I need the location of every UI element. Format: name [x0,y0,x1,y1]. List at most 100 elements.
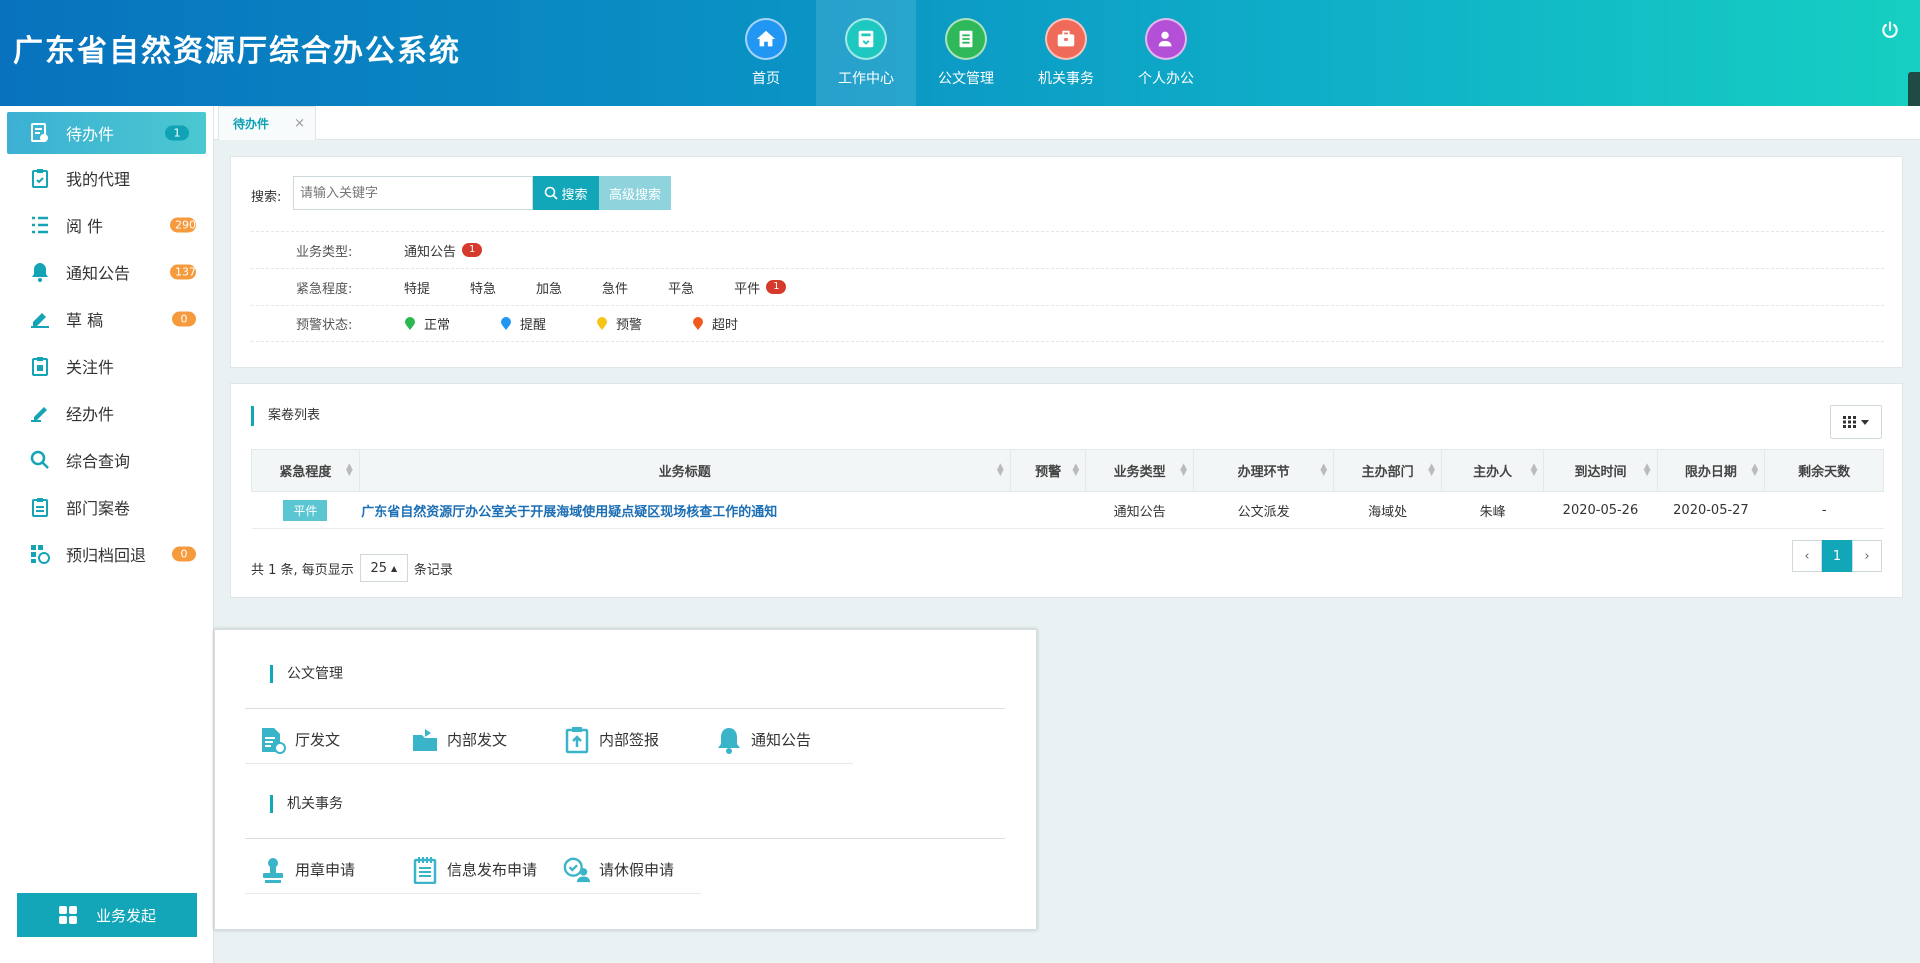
popup-item-internal-report[interactable]: 内部签报 [549,726,701,754]
sidebar-item-drafts[interactable]: 草 稿 0 [0,295,213,342]
popup-row: 厅发文 内部发文 内部签报 通知公告 [245,716,853,764]
popup-item-notice[interactable]: 通知公告 [701,726,853,754]
column-header[interactable]: 剩余天数 [1764,449,1884,492]
cell-owner: 朱峰 [1441,491,1544,529]
sidebar-item-label: 经办件 [66,404,115,424]
filter-row-urgency: 紧急程度: 特提 特急 加急 急件 平急 平件 1 [251,268,1884,305]
column-header[interactable]: 业务类型 ▲ ▼ [1085,449,1195,492]
sort-icon: ▲ ▼ [1751,462,1759,478]
column-header[interactable]: 限办日期 ▲ ▼ [1656,449,1766,492]
pin-icon-green [405,316,415,330]
column-header[interactable]: 到达时间 ▲ ▼ [1543,449,1658,492]
sort-icon: ▲ ▼ [996,462,1004,478]
sort-icon: ▲ ▼ [1530,462,1538,478]
business-launch-popup: 公文管理 厅发文 内部发文 内部签报 通知公告 机关事务 用章申请 信息发布申请 [214,629,1037,930]
cell-title[interactable]: 广东省自然资源厅办公室关于开展海域使用疑点疑区现场核查工作的通知 [359,491,1011,529]
search-icon [545,186,559,200]
popup-item-leave-request[interactable]: 请休假申请 [549,856,701,884]
count-badge: 1 [766,280,787,294]
sidebar-item-archive-return[interactable]: 预归档回退 0 [0,530,213,577]
filter-option[interactable]: 超时 [692,314,738,333]
sidebar-item-todo[interactable]: 待办件 1 [7,112,206,154]
page-size-select[interactable]: 25 ▲ [359,554,408,582]
filter-option[interactable]: 平件 1 [734,278,787,297]
person-check-icon [563,856,591,884]
column-header[interactable]: 预警 ▲ ▼ [1009,449,1087,492]
sort-icon: ▲ ▼ [345,462,353,478]
search-panel: 搜索: 搜索 高级搜索 业务类型: 通知公告 1 紧急程度: 特提 特急 加急 … [230,156,1903,368]
column-header[interactable]: 主办人 ▲ ▼ [1440,449,1545,492]
todo-icon [30,123,50,143]
column-toggle-button[interactable] [1830,405,1882,439]
sidebar-item-label: 草 稿 [66,310,104,330]
caret-down-icon [1861,419,1869,425]
filter-option[interactable]: 特提 [404,278,430,297]
topnav-label: 机关事务 [1038,71,1094,87]
start-business-button[interactable]: 业务发起 [17,893,197,937]
search-icon [30,450,50,470]
count-badge: 0 [172,546,196,561]
popup-section-title: 机关事务 [270,795,343,813]
sidebar-item-read[interactable]: 阅 件 2909 [0,201,213,248]
sidebar-item-query[interactable]: 综合查询 [0,436,213,483]
cell-warning [1010,491,1086,529]
topnav-work-center[interactable]: 工作中心 [816,0,916,106]
column-header[interactable]: 业务标题 ▲ ▼ [358,449,1011,492]
level-tag: 平件 [283,499,328,521]
search-button[interactable]: 搜索 [533,176,599,210]
grid-icon [58,906,77,924]
column-header-label: 到达时间 [1574,465,1627,480]
filter-option[interactable]: 预警 [596,314,642,333]
page-button[interactable]: 1 [1822,540,1852,572]
tab-todo[interactable]: 待办件 × [218,106,316,140]
sidebar-item-label: 通知公告 [66,263,131,283]
pager-suffix: 条记录 [413,562,453,578]
popup-item-seal-request[interactable]: 用章申请 [245,856,397,884]
filter-option[interactable]: 特急 [470,278,496,297]
pager-summary: 共 1 条, 每页显示 25 ▲ 条记录 [251,554,453,582]
filter-option[interactable]: 提醒 [500,314,546,333]
filter-option[interactable]: 加急 [536,278,562,297]
inbox-icon [845,18,887,60]
topnav-document-mgmt[interactable]: 公文管理 [916,0,1016,106]
star-clipboard-icon [30,356,50,376]
sidebar-item-followed[interactable]: 关注件 [0,342,213,389]
next-page-button[interactable]: › [1852,540,1882,572]
topnav-personal[interactable]: 个人办公 [1116,0,1216,106]
table-row[interactable]: 平件 广东省自然资源厅办公室关于开展海域使用疑点疑区现场核查工作的通知 通知公告… [251,491,1884,529]
filter-option[interactable]: 正常 [404,314,450,333]
column-header[interactable]: 办理环节 ▲ ▼ [1193,449,1335,492]
pen-icon [30,309,50,329]
power-icon[interactable] [1880,20,1900,40]
column-header[interactable]: 紧急程度 ▲ ▼ [251,449,360,492]
close-icon[interactable]: × [294,116,305,131]
popup-item-dispatch[interactable]: 厅发文 [245,726,397,754]
start-label: 业务发起 [95,906,156,925]
topnav-home[interactable]: 首页 [716,0,816,106]
prev-page-button[interactable]: ‹ [1792,540,1822,572]
cell-type: 通知公告 [1085,491,1194,529]
tab-bar: 待办件 × [214,106,1920,140]
grid-icon [1843,416,1856,428]
filter-option[interactable]: 急件 [602,278,628,297]
filter-option-label: 预警 [616,318,643,333]
sidebar-item-label: 预归档回退 [66,545,147,565]
pager-prefix: 共 1 条, 每页显示 [251,562,354,578]
sidebar-item-dept-files[interactable]: 部门案卷 [0,483,213,530]
tab-label: 待办件 [233,117,270,131]
sidebar-item-notice[interactable]: 通知公告 1378 [0,248,213,295]
topnav-office-affairs[interactable]: 机关事务 [1016,0,1116,106]
count-badge: 1 [165,125,189,141]
sidebar-item-handled[interactable]: 经办件 [0,389,213,436]
search-button-label: 搜索 [561,187,588,203]
advanced-search-button[interactable]: 高级搜索 [599,176,671,210]
filter-option[interactable]: 平急 [668,278,694,297]
column-header[interactable]: 主办部门 ▲ ▼ [1333,449,1442,492]
search-input[interactable] [293,176,533,210]
popup-item-label: 厅发文 [295,731,341,749]
popup-item-internal-send[interactable]: 内部发文 [397,726,549,754]
filter-option[interactable]: 通知公告 1 [404,241,483,260]
popup-item-label: 内部签报 [599,731,660,749]
popup-item-info-publish[interactable]: 信息发布申请 [397,856,549,884]
sidebar-item-my-proxy[interactable]: 我的代理 [0,154,213,201]
